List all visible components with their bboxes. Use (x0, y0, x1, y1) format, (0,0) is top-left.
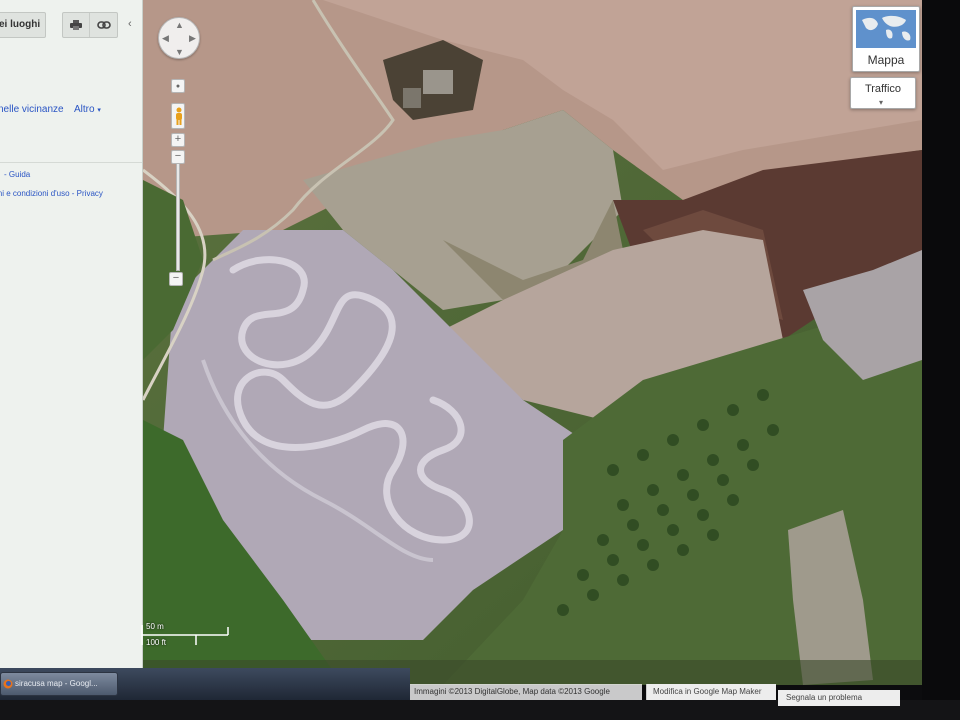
map-attribution: Immagini ©2013 DigitalGlobe, Map data ©2… (410, 684, 642, 700)
other-link[interactable]: Altro ▾ (74, 104, 101, 115)
pan-right-icon[interactable]: ▶ (189, 34, 196, 43)
satellite-map[interactable] (143, 0, 922, 685)
firefox-icon (3, 679, 13, 689)
taskbar: siracusa map - Googl... (0, 668, 410, 700)
zoom-in-button[interactable]: + (171, 133, 185, 147)
print-icon (70, 20, 82, 30)
monitor-bezel-right (922, 0, 960, 720)
zoom-slider-handle[interactable]: − (171, 150, 185, 164)
street-view-pegman[interactable] (171, 103, 185, 129)
nearby-link[interactable]: nelle vicinanze (0, 104, 64, 115)
zoom-out-button[interactable]: − (169, 272, 183, 286)
browser-taskbar-tab[interactable]: siracusa map - Googl... (0, 672, 118, 696)
caret-down-icon: ▾ (97, 107, 101, 114)
sidebar-tool-group (62, 12, 118, 38)
scale-imperial-label: 100 ft (146, 638, 167, 647)
map-type-button[interactable]: Mappa (852, 6, 920, 72)
satellite-imagery (143, 0, 922, 685)
my-places-button[interactable]: ei luoghi (0, 12, 46, 38)
caret-down-icon: ▾ (879, 98, 884, 107)
pan-control[interactable]: ▲ ▼ ◀ ▶ (158, 17, 200, 59)
location-dot-icon: ● (175, 83, 181, 90)
other-link-label: Altro (74, 104, 95, 115)
traffic-button[interactable]: Traffico ▾ (850, 77, 916, 109)
left-sidebar: ei luoghi ‹ nelle vicinanze Altro ▾ - Gu… (0, 0, 143, 668)
report-problem-link[interactable]: Segnala un problema (778, 690, 900, 706)
taskbar-tab-label: siracusa map - Googl... (15, 679, 98, 688)
sidebar-toolbar: ei luoghi ‹ (0, 6, 142, 40)
link-icon (96, 21, 111, 29)
scale-metric-label: 50 m (146, 622, 164, 631)
map-maker-link[interactable]: Modifica in Google Map Maker (646, 684, 776, 700)
pan-down-icon[interactable]: ▼ (175, 48, 184, 57)
traffic-label: Traffico (864, 83, 902, 95)
link-button[interactable] (90, 13, 117, 37)
zoom-slider-track[interactable] (176, 163, 180, 271)
help-link[interactable]: - Guida (4, 170, 30, 179)
search-links-row: nelle vicinanze Altro ▾ (0, 104, 142, 120)
print-button[interactable] (63, 13, 91, 37)
chevron-left-icon[interactable]: ‹ (128, 18, 138, 32)
pan-left-icon[interactable]: ◀ (162, 34, 169, 43)
pegman-icon (176, 107, 182, 125)
pan-up-icon[interactable]: ▲ (175, 21, 184, 30)
terms-privacy-link[interactable]: ini e condizioni d'uso - Privacy (0, 189, 103, 198)
globe-map-icon (856, 10, 916, 48)
map-type-label: Mappa (867, 53, 905, 67)
scale-bar: 50 m 100 ft (140, 622, 232, 648)
sidebar-divider (0, 162, 142, 163)
location-button[interactable]: ● (171, 79, 185, 93)
